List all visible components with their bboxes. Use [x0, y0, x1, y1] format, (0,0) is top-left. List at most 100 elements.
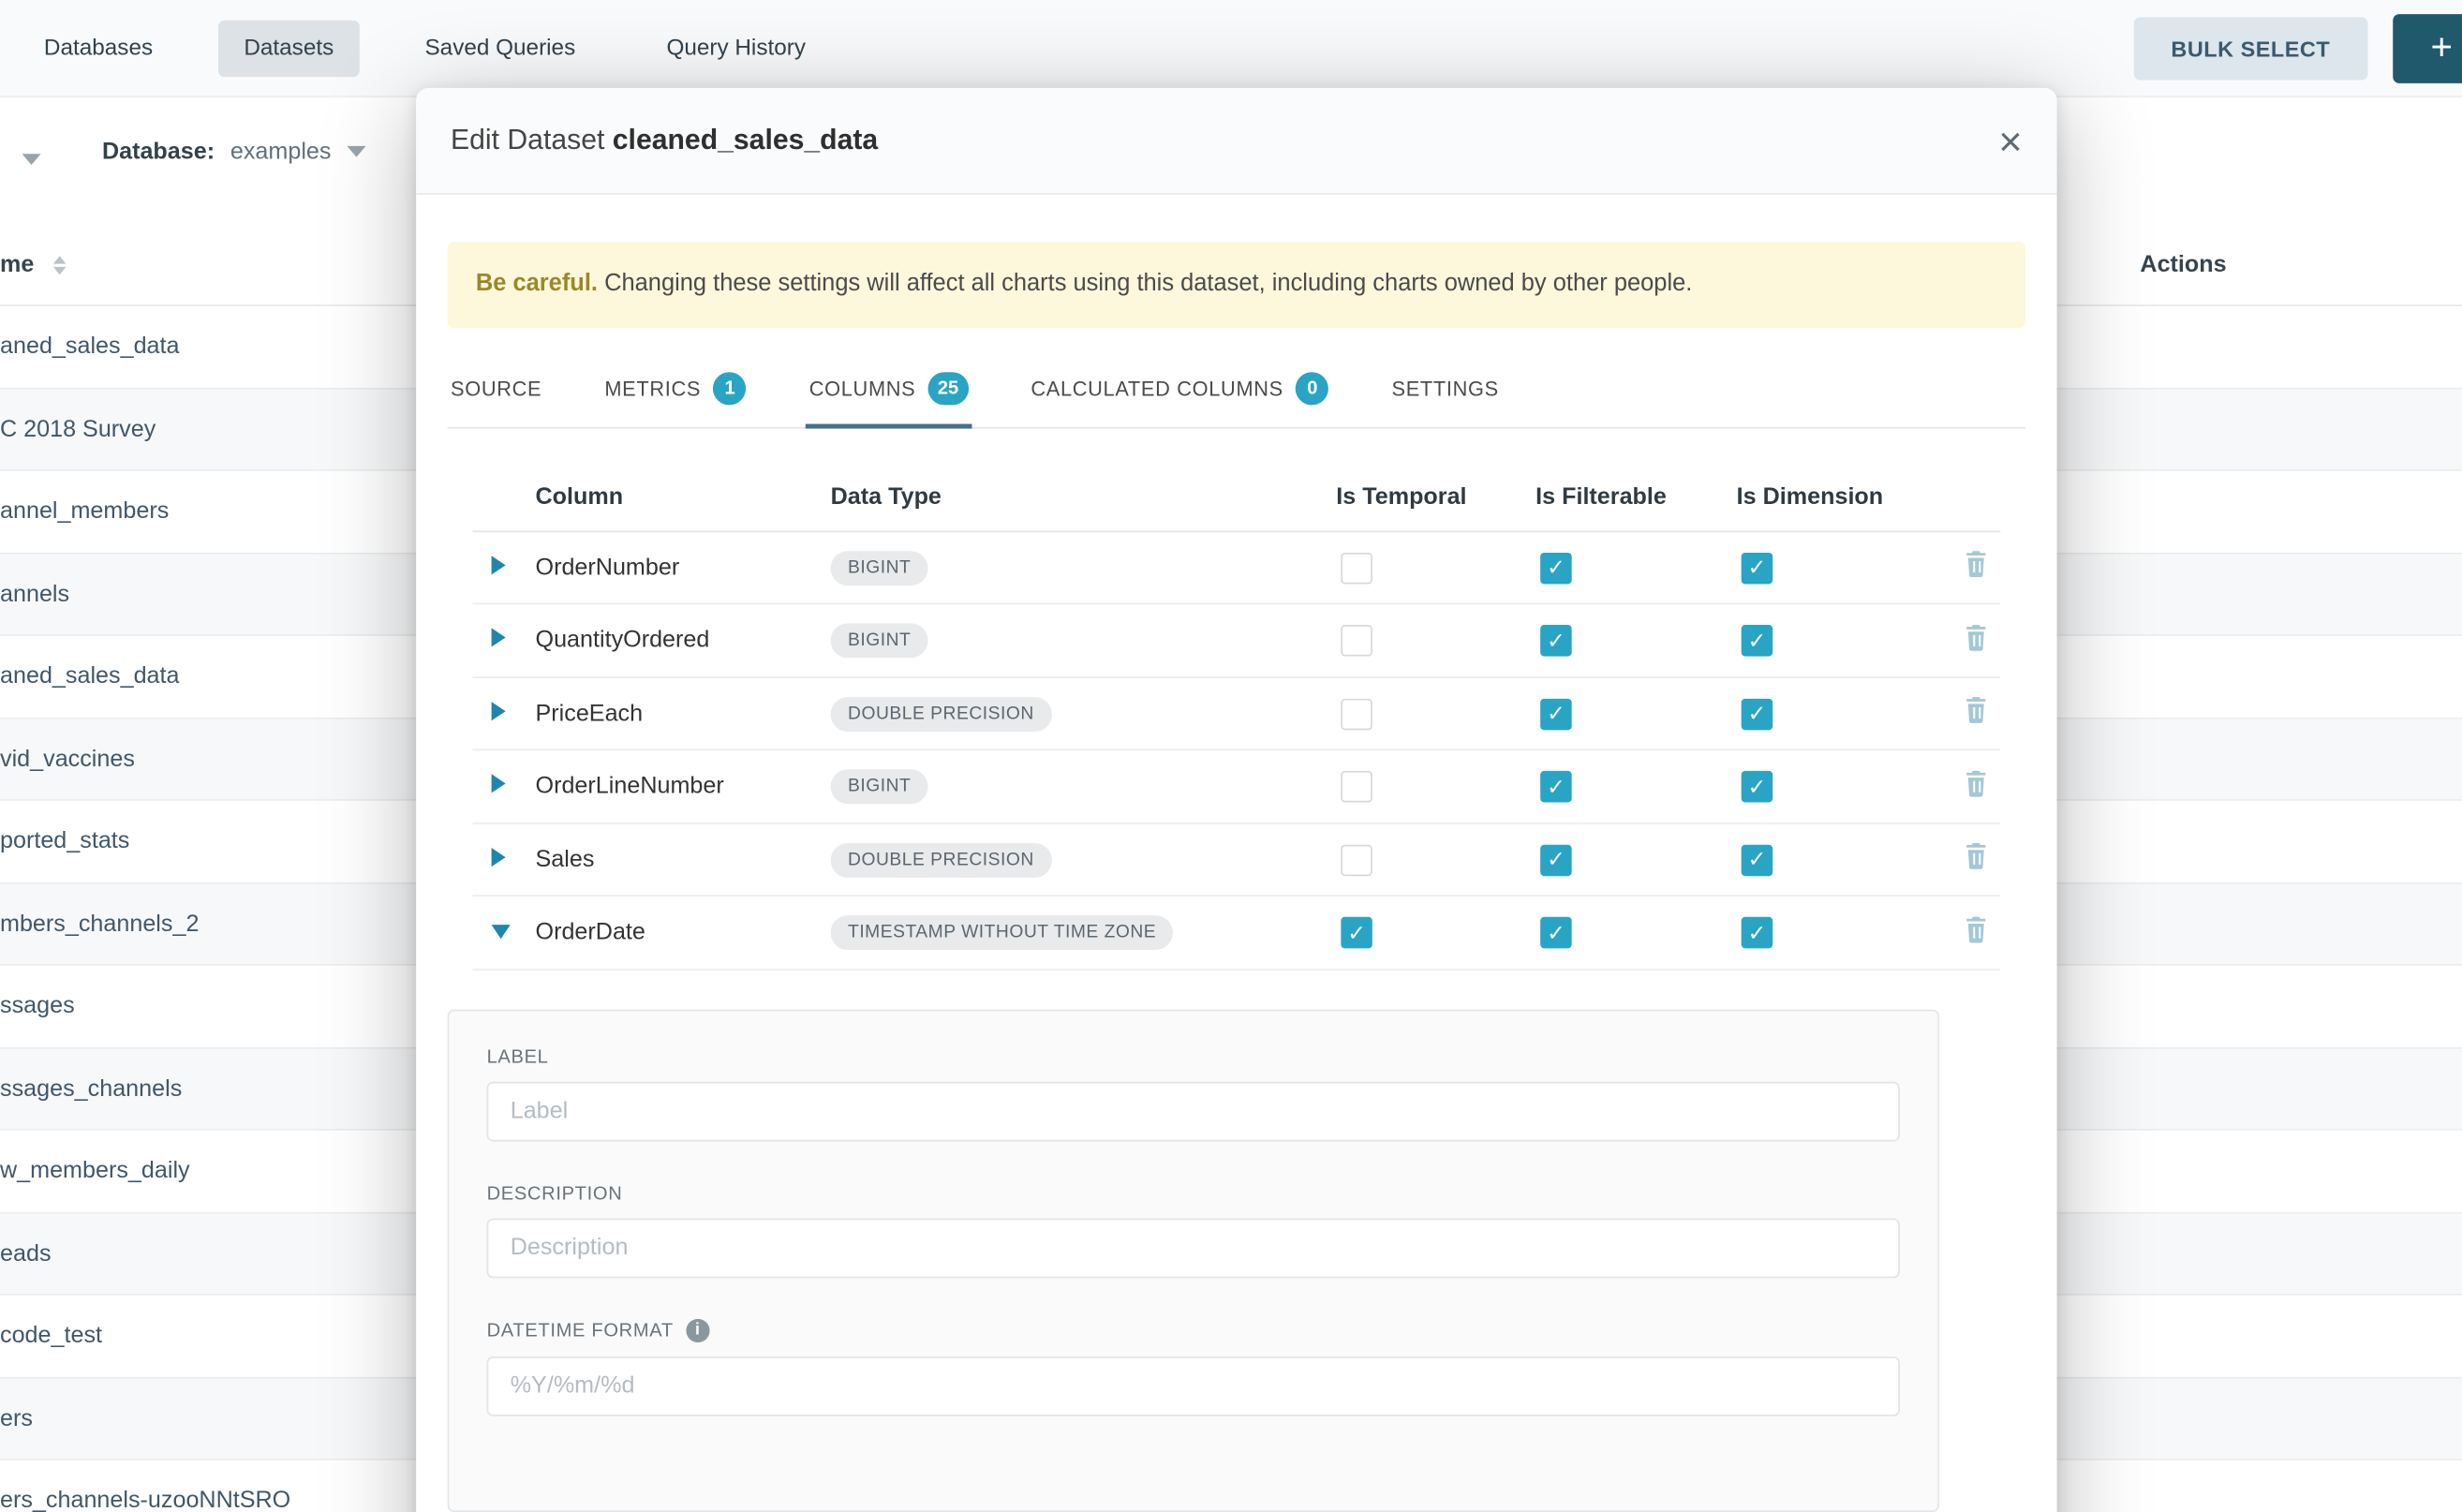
trash-icon[interactable]: [1963, 914, 1989, 942]
datetime-format-input[interactable]: [487, 1356, 1900, 1416]
checkbox-is-dimension[interactable]: [1742, 844, 1773, 876]
tab-count-badge: 25: [928, 372, 969, 405]
dataset-link[interactable]: aned_sales_data: [0, 663, 180, 689]
checkbox-is-temporal[interactable]: [1341, 552, 1372, 584]
dataset-link[interactable]: ers: [0, 1405, 33, 1431]
chevron-down-icon[interactable]: [492, 925, 511, 939]
trash-icon[interactable]: [1963, 696, 1989, 724]
name-column-header[interactable]: me: [0, 251, 34, 277]
database-filter[interactable]: Database: examples: [102, 138, 365, 164]
checkbox-is-filterable[interactable]: [1540, 552, 1572, 584]
trash-icon[interactable]: [1963, 550, 1989, 578]
close-icon[interactable]: ×: [1998, 120, 2022, 161]
sort-icon[interactable]: [53, 256, 66, 274]
chevron-right-icon[interactable]: [492, 556, 506, 574]
data-type-cell: TIMESTAMP WITHOUT TIME ZONE: [831, 915, 1337, 950]
dataset-link[interactable]: ers_channels-uzooNNtSRO: [0, 1488, 290, 1512]
tab-settings[interactable]: SETTINGS: [1388, 353, 1502, 427]
column-header-column: Column: [536, 483, 831, 510]
checkbox-is-dimension-cell: [1737, 625, 1963, 657]
warning-bold-text: Be careful.: [476, 270, 598, 296]
chevron-right-icon[interactable]: [492, 847, 506, 866]
tab-label: METRICS: [604, 377, 701, 400]
checkbox-is-temporal-cell: [1336, 552, 1535, 584]
checkbox-is-dimension[interactable]: [1742, 771, 1773, 803]
delete-cell: [1963, 914, 2000, 951]
checkbox-is-dimension[interactable]: [1742, 698, 1773, 730]
dataset-link[interactable]: annel_members: [0, 498, 169, 525]
column-name: Sales: [536, 846, 595, 872]
dataset-link[interactable]: w_members_daily: [0, 1158, 190, 1184]
column-header-data-type: Data Type: [831, 483, 1337, 510]
tab-columns[interactable]: COLUMNS25: [806, 353, 971, 427]
tab-metrics[interactable]: METRICS1: [601, 353, 749, 427]
tab-calculated-columns[interactable]: CALCULATED COLUMNS0: [1028, 353, 1332, 427]
caret-cell: [472, 554, 535, 582]
description-field-label: DESCRIPTION: [487, 1182, 1900, 1204]
modal-title-dataset-name: cleaned_sales_data: [613, 124, 878, 156]
dataset-link[interactable]: annels: [0, 581, 69, 607]
chevron-right-icon[interactable]: [492, 774, 506, 793]
database-filter-value[interactable]: examples: [230, 138, 332, 164]
checkbox-is-dimension-cell: [1737, 771, 1963, 803]
caret-cell: [472, 919, 535, 947]
checkbox-is-filterable-cell: [1535, 698, 1737, 730]
chevron-down-icon[interactable]: [22, 154, 40, 165]
checkbox-is-temporal[interactable]: [1341, 698, 1372, 730]
checkbox-is-dimension[interactable]: [1742, 552, 1773, 584]
checkbox-is-temporal[interactable]: [1341, 771, 1372, 803]
checkbox-is-dimension[interactable]: [1742, 917, 1773, 949]
checkbox-is-temporal-cell: [1336, 917, 1535, 949]
chevron-right-icon[interactable]: [492, 628, 506, 646]
datetime-format-field-label: DATETIME FORMAT i: [487, 1319, 1900, 1342]
dataset-link[interactable]: ssages_channels: [0, 1075, 182, 1102]
checkbox-is-dimension[interactable]: [1742, 625, 1773, 657]
checkbox-is-filterable-cell: [1535, 771, 1737, 803]
delete-cell: [1963, 841, 2000, 878]
dataset-link[interactable]: ported_stats: [0, 828, 129, 854]
checkbox-is-filterable[interactable]: [1540, 771, 1572, 803]
nav-item-databases[interactable]: Databases: [19, 20, 178, 76]
dataset-link[interactable]: C 2018 Survey: [0, 416, 156, 442]
data-type-cell: BIGINT: [831, 551, 1337, 586]
info-icon[interactable]: i: [686, 1319, 709, 1342]
modal-title: Edit Dataset cleaned_sales_data: [451, 124, 878, 156]
checkbox-is-filterable[interactable]: [1540, 698, 1572, 730]
tab-source[interactable]: SOURCE: [448, 353, 545, 427]
warning-banner: Be careful. Changing these settings will…: [448, 242, 2025, 328]
modal-title-prefix: Edit Dataset: [451, 124, 604, 156]
dataset-link[interactable]: code_test: [0, 1323, 102, 1349]
description-input[interactable]: [487, 1218, 1900, 1278]
tab-label: CALCULATED COLUMNS: [1031, 377, 1283, 400]
checkbox-is-temporal[interactable]: [1341, 917, 1372, 949]
dataset-link[interactable]: vid_vaccines: [0, 746, 135, 772]
caret-cell: [472, 773, 535, 801]
checkbox-is-filterable[interactable]: [1540, 844, 1572, 876]
caret-cell: [472, 846, 535, 874]
nav-item-datasets[interactable]: Datasets: [219, 20, 360, 76]
columns-table-header: Column Data Type Is Temporal Is Filterab…: [472, 463, 2000, 532]
chevron-right-icon[interactable]: [492, 701, 506, 719]
chevron-down-icon[interactable]: [347, 146, 365, 157]
trash-icon[interactable]: [1963, 623, 1989, 651]
dataset-link[interactable]: eads: [0, 1240, 52, 1267]
label-field-group: LABEL: [487, 1045, 1900, 1141]
dataset-link[interactable]: mbers_channels_2: [0, 911, 199, 937]
column-name: OrderNumber: [536, 554, 680, 580]
checkbox-is-filterable[interactable]: [1540, 625, 1572, 657]
nav-item-query-history[interactable]: Query History: [642, 20, 831, 76]
checkbox-is-temporal[interactable]: [1341, 625, 1372, 657]
caret-cell: [472, 627, 535, 655]
checkbox-is-temporal[interactable]: [1341, 844, 1372, 876]
nav-tabs: Databases Datasets Saved Queries Query Hist…: [19, 20, 831, 76]
dataset-link[interactable]: aned_sales_data: [0, 334, 180, 360]
dataset-link[interactable]: ssages: [0, 993, 75, 1019]
checkbox-is-filterable[interactable]: [1540, 917, 1572, 949]
bulk-select-button[interactable]: BULK SELECT: [2133, 17, 2367, 80]
add-dataset-button[interactable]: +: [2393, 13, 2462, 82]
trash-icon[interactable]: [1963, 841, 1989, 869]
label-input[interactable]: [487, 1081, 1900, 1141]
data-type-pill: TIMESTAMP WITHOUT TIME ZONE: [831, 915, 1174, 950]
trash-icon[interactable]: [1963, 768, 1989, 796]
nav-item-saved-queries[interactable]: Saved Queries: [400, 20, 601, 76]
